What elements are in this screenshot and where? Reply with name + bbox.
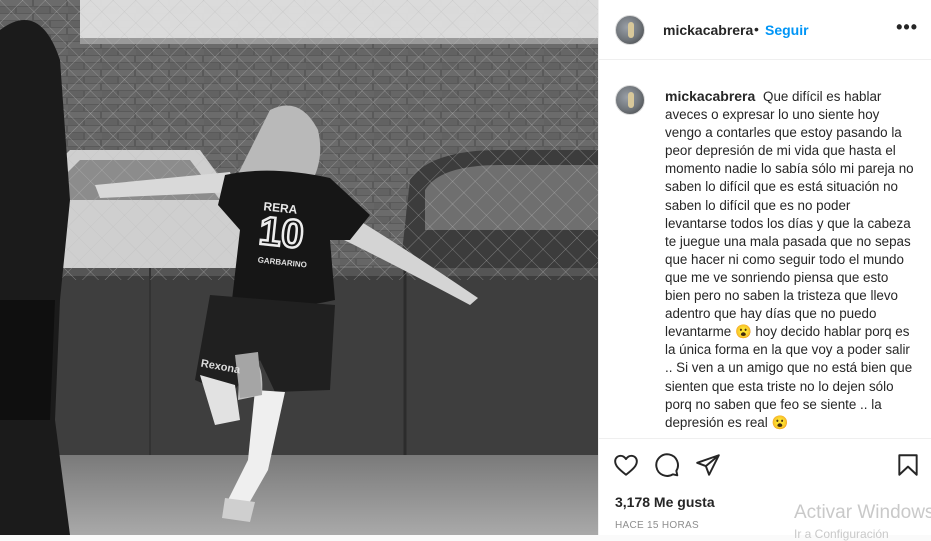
share-icon-svg (696, 454, 720, 476)
post-timestamp[interactable]: HACE 15 HORAS (615, 520, 699, 531)
comment-icon[interactable] (654, 452, 680, 483)
header-username[interactable]: mickacabrera (663, 22, 753, 38)
post-image[interactable]: RERA 10 GARBARINO Rexona (0, 0, 598, 535)
post-caption: mickacabrera Que difícil es hablar avece… (665, 87, 915, 432)
jersey-number: 10 (257, 209, 306, 257)
likes-count[interactable]: 3,178 Me gusta (615, 494, 715, 510)
bookmark-icon[interactable] (895, 452, 921, 483)
post-side-panel: mickacabrera • Seguir ••• mickacabrera Q… (598, 0, 931, 535)
caption-username[interactable]: mickacabrera (665, 88, 755, 104)
post-header: mickacabrera • Seguir ••• (599, 0, 931, 60)
divider (599, 438, 931, 439)
post-photo-art: RERA 10 GARBARINO Rexona (0, 0, 598, 535)
comment-icon-svg (655, 453, 679, 477)
share-icon[interactable] (695, 452, 721, 483)
action-bar (599, 452, 931, 480)
avatar-figure (628, 22, 634, 38)
caption-text: Que difícil es hablar aveces o expresar … (665, 89, 914, 430)
caption-avatar[interactable] (615, 85, 645, 115)
heart-icon-svg (614, 454, 638, 476)
avatar-figure (628, 92, 634, 108)
more-options-icon[interactable]: ••• (896, 17, 918, 38)
separator-dot: • (754, 21, 759, 37)
follow-button[interactable]: Seguir (765, 22, 809, 38)
avatar[interactable] (615, 15, 645, 45)
bookmark-icon-svg (898, 454, 918, 476)
heart-icon[interactable] (613, 452, 639, 483)
windows-activation-watermark: Activar Windows (794, 502, 931, 523)
windows-activation-subtext: Ir a Configuración (794, 527, 889, 541)
